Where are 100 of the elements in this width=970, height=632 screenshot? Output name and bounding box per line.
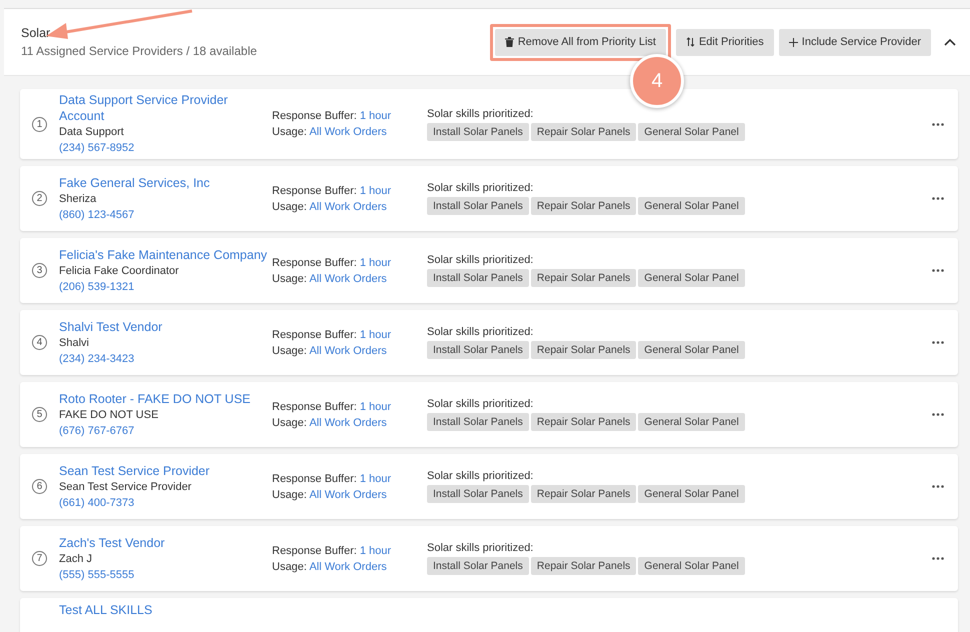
provider-name-link[interactable]: Test ALL SKILLS [59,602,152,618]
skill-tag: Install Solar Panels [427,269,529,287]
buffer-label: Response Buffer: [272,110,357,122]
skill-tag: Install Solar Panels [427,485,529,503]
skills-label: Solar skills prioritized: [427,326,534,338]
provider-name-link[interactable]: Shalvi Test Vendor [59,318,162,334]
plus-icon [788,38,798,46]
skills-label: Solar skills prioritized: [427,470,534,482]
contact-name: Data Support [59,125,124,140]
usage-link[interactable]: All Work Orders [309,126,387,138]
provider-name-link[interactable]: Roto Rooter - FAKE DO NOT USE [59,390,250,406]
provider-name-link[interactable]: Felicia's Fake Maintenance Company [59,246,268,262]
more-options-icon[interactable] [932,413,944,416]
rank-number: 5 [32,407,47,422]
provider-name-link[interactable]: Zach's Test Vendor [59,534,165,550]
more-options-icon[interactable] [932,269,944,272]
buffer-link[interactable]: 1 hour [360,184,392,196]
contact-name: Sheriza [59,192,96,206]
skill-tag: General Solar Panel [638,557,745,575]
skill-tag: General Solar Panel [638,269,745,287]
action-button[interactable]: Edit Priorities [676,28,774,56]
usage-label: Usage: [272,488,307,500]
skill-tag: General Solar Panel [638,341,745,359]
skill-tag: General Solar Panel [638,122,745,140]
skill-tag: Repair Solar Panels [530,413,636,431]
phone-link[interactable]: (661) 400-7373 [59,494,134,510]
skill-tag: Install Solar Panels [427,341,529,359]
action-button[interactable]: Remove All from Priority List [494,28,666,56]
contact-name: Zach J [59,552,92,566]
skill-tag: Install Solar Panels [427,122,529,140]
skill-tag: Repair Solar Panels [530,485,636,503]
sort-arrows-icon [686,37,695,47]
rank-number: 2 [32,191,47,206]
skills-label: Solar skills prioritized: [427,254,534,266]
usage-link[interactable]: All Work Orders [309,416,387,428]
skill-tag: Repair Solar Panels [530,122,636,140]
rank-number: 1 [32,116,47,132]
buffer-label: Response Buffer: [272,400,357,412]
buffer-link[interactable]: 1 hour [360,400,392,412]
buffer-link[interactable]: 1 hour [360,544,392,556]
more-options-icon[interactable] [932,197,944,200]
skill-tag: Repair Solar Panels [530,269,636,287]
usage-link[interactable]: All Work Orders [309,344,387,356]
contact-name: FAKE DO NOT USE [59,408,158,422]
skill-tag: Repair Solar Panels [530,197,636,215]
skills-label: Solar skills prioritized: [427,542,534,554]
phone-link[interactable]: (206) 539-1321 [59,278,134,294]
usage-label: Usage: [272,272,307,284]
chevron-up-icon[interactable] [944,38,956,46]
section-subtitle: 11 Assigned Service Providers / 18 available [21,44,257,58]
usage-label: Usage: [272,126,307,138]
rank-number: 7 [32,551,47,566]
skills-label: Solar skills prioritized: [427,398,534,410]
rank-number: 3 [32,263,47,278]
action-button[interactable]: Include Service Provider [778,28,931,56]
more-options-icon[interactable] [932,341,944,344]
phone-link[interactable]: (555) 555-5555 [59,566,134,582]
usage-label: Usage: [272,200,307,212]
more-options-icon[interactable] [932,122,944,126]
contact-name: Sean Test Service Provider [59,480,192,494]
rank-number: 6 [32,479,47,494]
buffer-label: Response Buffer: [272,544,357,556]
buffer-label: Response Buffer: [272,184,357,196]
buffer-link[interactable]: 1 hour [360,472,392,484]
usage-link[interactable]: All Work Orders [309,200,387,212]
provider-name-link[interactable]: Fake General Services, Inc [59,174,210,190]
buffer-link[interactable]: 1 hour [360,110,392,122]
buffer-link[interactable]: 1 hour [360,256,392,268]
phone-link[interactable]: (234) 234-3423 [59,350,134,366]
buffer-label: Response Buffer: [272,328,357,340]
phone-link[interactable]: (234) 567-8952 [59,140,134,156]
skill-tag: Repair Solar Panels [530,341,636,359]
contact-name: Shalvi [59,336,89,350]
buffer-label: Response Buffer: [272,256,357,268]
usage-link[interactable]: All Work Orders [309,560,387,572]
usage-label: Usage: [272,416,307,428]
skill-tag: Install Solar Panels [427,413,529,431]
phone-link[interactable]: (676) 767-6767 [59,422,134,438]
skill-tag: Repair Solar Panels [530,557,636,575]
provider-name-link[interactable]: Sean Test Service Provider [59,462,210,478]
usage-link[interactable]: All Work Orders [309,488,387,500]
usage-label: Usage: [272,344,307,356]
section-title: Solar [21,26,52,40]
skill-tag: General Solar Panel [638,413,745,431]
buffer-label: Response Buffer: [272,472,357,484]
skills-label: Solar skills prioritized: [427,108,534,120]
usage-label: Usage: [272,560,307,572]
skill-tag: Install Solar Panels [427,197,529,215]
skill-tag: General Solar Panel [638,485,745,503]
buffer-link[interactable]: 1 hour [360,328,392,340]
skill-tag: Install Solar Panels [427,557,529,575]
skill-tag: General Solar Panel [638,197,745,215]
trash-icon [504,37,514,47]
phone-link[interactable]: (860) 123-4567 [59,206,134,222]
usage-link[interactable]: All Work Orders [309,272,387,284]
more-options-icon[interactable] [932,485,944,488]
rank-number: 4 [32,335,47,350]
contact-name: Felicia Fake Coordinator [59,264,179,278]
provider-name-link[interactable]: Data Support Service Provider Account [59,92,272,124]
more-options-icon[interactable] [932,557,944,560]
